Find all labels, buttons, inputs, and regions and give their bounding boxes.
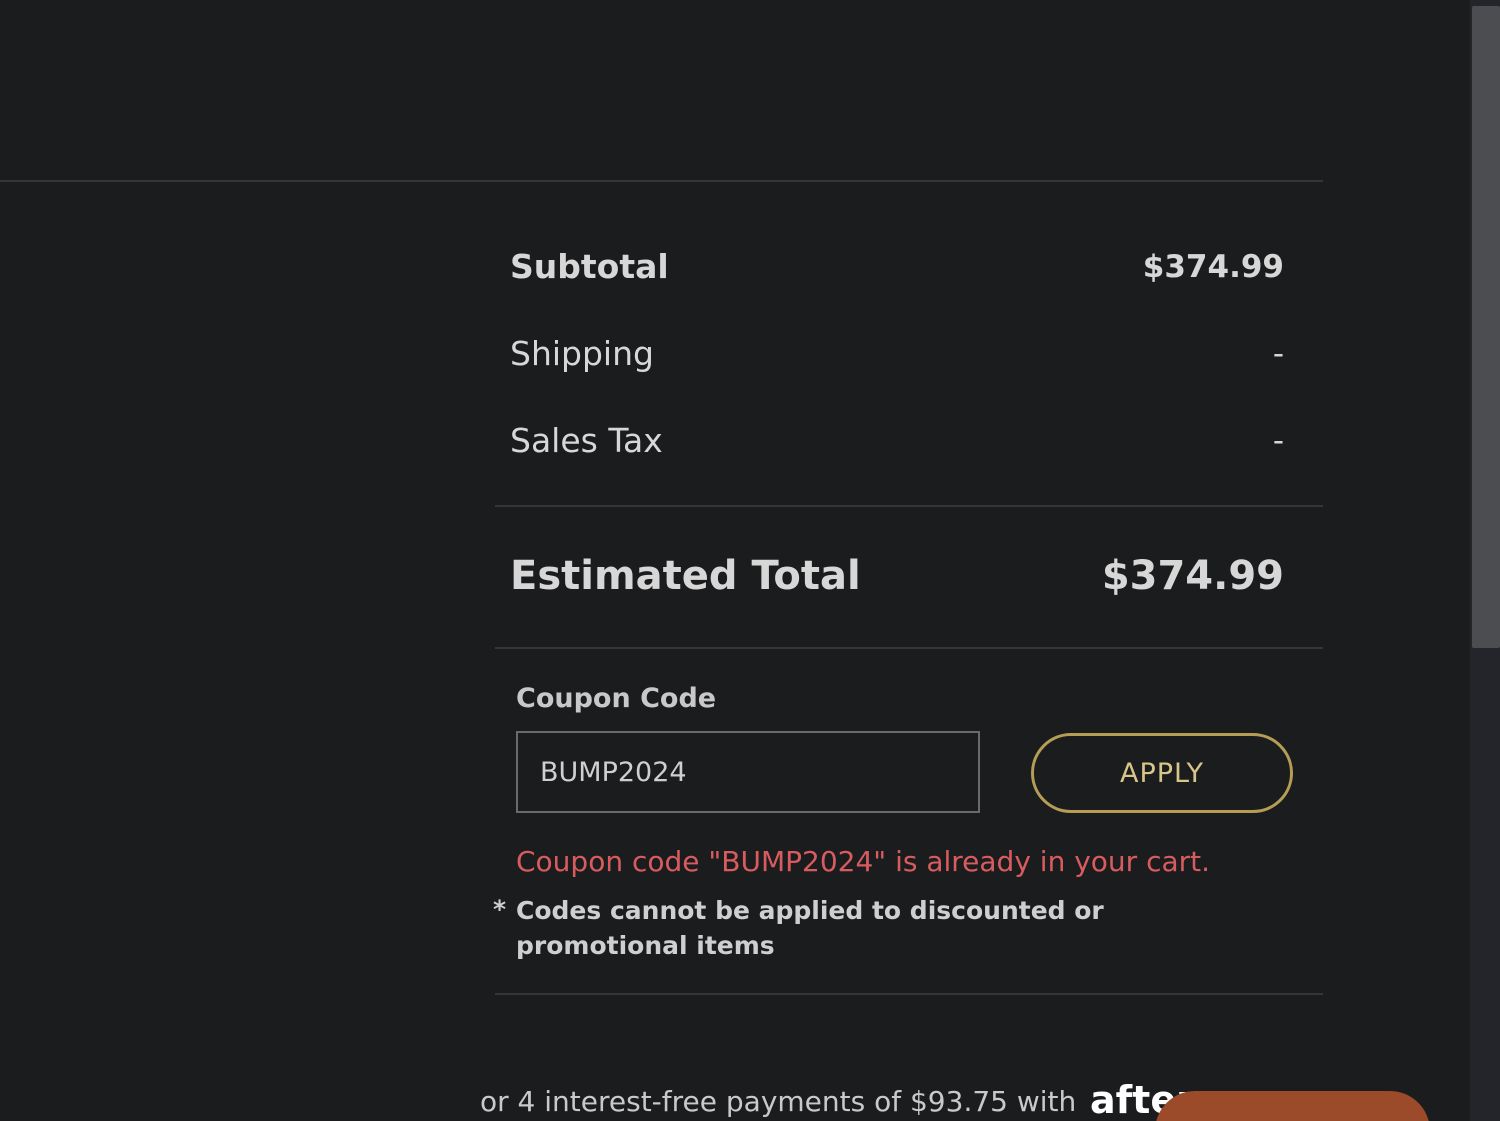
top-divider	[0, 180, 1323, 182]
shipping-value: -	[1272, 336, 1284, 372]
coupon-code-input[interactable]	[516, 731, 980, 813]
subtotal-label: Subtotal	[510, 247, 669, 286]
estimated-total-label: Estimated Total	[510, 553, 861, 599]
shipping-label: Shipping	[510, 334, 654, 373]
coupon-error-message: Coupon code "BUMP2024" is already in you…	[516, 845, 1211, 878]
afterpay-installment-text: or 4 interest-free payments of $93.75 wi…	[480, 1085, 1077, 1118]
coupon-code-title: Coupon Code	[516, 683, 717, 714]
note-asterisk: *	[493, 895, 507, 924]
estimated-total-value: $374.99	[1101, 553, 1284, 599]
chat-widget-button[interactable]	[1155, 1091, 1430, 1121]
coupon-divider	[495, 993, 1323, 995]
total-divider	[495, 647, 1323, 649]
cart-summary-page: Subtotal $374.99 Shipping - Sales Tax - …	[0, 0, 1500, 1121]
sales-tax-label: Sales Tax	[510, 421, 663, 460]
subtotal-value: $374.99	[1142, 249, 1284, 285]
apply-coupon-button[interactable]: APPLY	[1031, 733, 1293, 813]
coupon-restriction-note: Codes cannot be applied to discounted or…	[516, 896, 1104, 960]
sales-tax-value: -	[1272, 423, 1284, 459]
summary-divider	[495, 505, 1323, 507]
scrollbar-thumb[interactable]	[1472, 6, 1500, 648]
